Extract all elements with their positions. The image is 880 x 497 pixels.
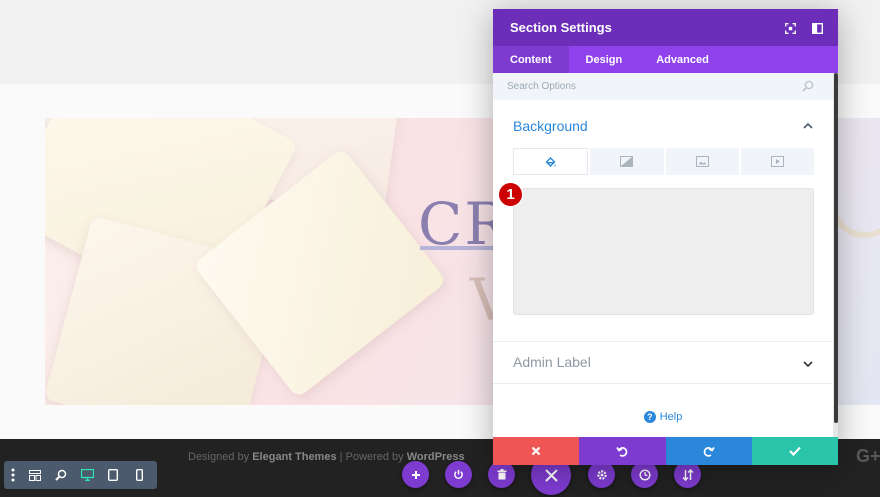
step-number-badge: 1 [498, 182, 523, 207]
sort-arrows-icon [681, 468, 694, 481]
admin-label-section-toggle[interactable]: Admin Label [513, 354, 591, 370]
modal-action-bar [493, 437, 838, 465]
credit-brand-link[interactable]: Elegant Themes [252, 451, 336, 463]
google-plus-icon[interactable]: G+ [856, 446, 880, 467]
help-icon: ? [643, 411, 656, 423]
undo-icon [616, 447, 628, 457]
page-settings-bar [4, 461, 157, 489]
fullscreen-icon[interactable] [783, 21, 797, 35]
video-icon [770, 156, 784, 167]
help-link[interactable]: ? Help [493, 411, 833, 423]
close-icon [531, 446, 541, 456]
undo-button[interactable] [579, 437, 666, 465]
search-input[interactable] [507, 78, 787, 95]
background-gradient-tab[interactable] [590, 148, 664, 175]
section-settings-modal: Section Settings Content Design Advanced… [493, 9, 838, 465]
background-color-picker[interactable] [513, 188, 814, 315]
paint-bucket-icon [545, 156, 556, 167]
zoom-icon[interactable] [48, 461, 74, 489]
background-section-toggle[interactable]: Background [513, 118, 588, 134]
chevron-down-icon[interactable] [802, 358, 814, 370]
background-type-tabs [513, 148, 814, 175]
plus-icon [411, 470, 420, 479]
gear-icon [596, 469, 607, 480]
background-image-tab[interactable] [665, 148, 739, 175]
power-icon [454, 469, 463, 479]
tablet-view-icon[interactable] [100, 461, 126, 489]
search-bar [493, 73, 838, 100]
split-view-icon[interactable] [810, 21, 824, 35]
tab-design[interactable]: Design [569, 46, 640, 73]
more-options-icon[interactable] [4, 461, 22, 489]
save-button[interactable] [751, 437, 838, 465]
wireframe-view-icon[interactable] [22, 461, 48, 489]
search-icon [802, 80, 814, 92]
page-settings-button[interactable] [588, 461, 615, 488]
discard-button[interactable] [493, 437, 580, 465]
image-icon [695, 156, 709, 167]
history-button[interactable] [631, 461, 658, 488]
phone-view-icon[interactable] [126, 461, 152, 489]
trash-icon [497, 469, 506, 480]
settings-tabs: Content Design Advanced [493, 46, 838, 73]
redo-icon [703, 447, 715, 457]
section-divider [493, 383, 833, 384]
check-icon [789, 446, 801, 456]
modal-header[interactable]: Section Settings [493, 9, 838, 46]
add-section-button[interactable] [402, 461, 429, 488]
clock-icon [638, 468, 651, 481]
redo-button[interactable] [665, 437, 752, 465]
close-icon [544, 468, 558, 482]
chevron-up-icon[interactable] [802, 120, 814, 132]
scrollbar-thumb[interactable] [834, 73, 838, 423]
disable-button[interactable] [445, 461, 472, 488]
help-label: Help [659, 411, 683, 423]
credit-separator: | Powered by [336, 451, 407, 463]
tab-content[interactable]: Content [493, 46, 569, 73]
desktop-view-icon[interactable] [74, 461, 100, 489]
credit-prefix: Designed by [188, 451, 253, 463]
delete-button[interactable] [488, 461, 515, 488]
gradient-icon [620, 156, 634, 167]
hero-underline [420, 246, 500, 250]
background-color-tab[interactable] [513, 148, 589, 175]
footer-credit: Designed by Elegant Themes | Powered by … [188, 451, 465, 463]
tab-advanced[interactable]: Advanced [639, 46, 726, 73]
background-video-tab[interactable] [740, 148, 814, 175]
portability-button[interactable] [674, 461, 701, 488]
modal-title: Section Settings [510, 20, 612, 35]
section-divider [493, 341, 833, 342]
